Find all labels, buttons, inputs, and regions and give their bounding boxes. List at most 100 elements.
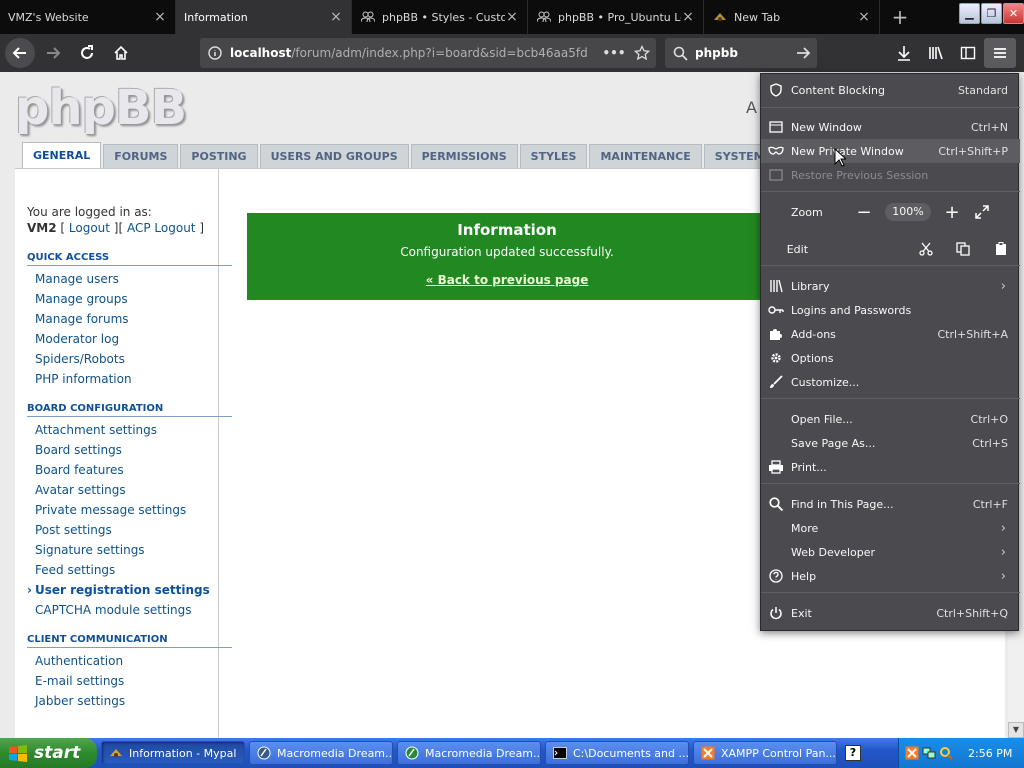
close-icon[interactable]: × (153, 9, 167, 25)
zoom-out-button[interactable]: − (849, 202, 879, 223)
puzzle-icon (761, 327, 791, 341)
sidebar-item-php-information[interactable]: PHP information (27, 369, 232, 389)
paste-button[interactable] (982, 242, 1020, 256)
menu-help[interactable]: Help › (761, 564, 1020, 588)
sidebar-item-jabber-settings[interactable]: Jabber settings (27, 691, 232, 711)
tab-phpbb-ubuntu[interactable]: phpBB • Pro_Ubuntu Lo × (528, 0, 704, 34)
menu-web-developer[interactable]: Web Developer › (761, 540, 1020, 564)
close-icon[interactable]: × (329, 9, 343, 25)
menu-add-ons[interactable]: Add-ons Ctrl+Shift+A (761, 322, 1020, 346)
scroll-down-button[interactable]: ▼ (1008, 722, 1024, 738)
menu-new-window[interactable]: New Window Ctrl+N (761, 115, 1020, 139)
tab-phpbb-styles[interactable]: phpBB • Styles - Custo × (352, 0, 528, 34)
mypal-icon (108, 745, 124, 761)
menu-more[interactable]: More › (761, 516, 1020, 540)
tab-posting[interactable]: POSTING (180, 144, 258, 168)
reload-button[interactable] (71, 37, 103, 69)
network-tray-icon[interactable] (922, 746, 936, 760)
minimize-button[interactable]: ▁ (959, 3, 980, 24)
taskbar-help-button[interactable]: ? (845, 745, 861, 761)
taskbar-item-dreamweaver-2[interactable]: Macromedia Dream... (397, 741, 541, 765)
zoom-in-button[interactable]: + (937, 202, 967, 223)
tab-information[interactable]: Information × (176, 0, 352, 34)
menu-save-page[interactable]: Save Page As... Ctrl+S (761, 431, 1020, 455)
close-icon[interactable]: × (681, 9, 695, 25)
tab-strip: VMZ's Website × Information × phpBB • St… (0, 0, 1024, 34)
sidebar-item-board-features[interactable]: Board features (27, 460, 232, 480)
acp-logout-link[interactable]: ACP Logout (127, 221, 196, 235)
menu-open-file[interactable]: Open File... Ctrl+O (761, 407, 1020, 431)
hamburger-menu-button[interactable] (984, 38, 1016, 68)
start-button[interactable]: start (0, 738, 97, 768)
search-go-icon[interactable] (789, 45, 817, 61)
sidebar-item-moderator-log[interactable]: Moderator log (27, 329, 232, 349)
sidebar-item-captcha-module-settings[interactable]: CAPTCHA module settings (27, 600, 232, 620)
tab-users-and-groups[interactable]: USERS AND GROUPS (259, 144, 409, 168)
cut-button[interactable] (907, 242, 945, 256)
sidebar-item-authentication[interactable]: Authentication (27, 651, 232, 671)
url-text[interactable]: localhost/forum/adm/index.php?i=board&si… (230, 46, 600, 60)
home-button[interactable] (105, 37, 137, 69)
menu-content-blocking[interactable]: Content Blocking Standard (761, 78, 1020, 102)
sidebar-item-private-message-settings[interactable]: Private message settings (27, 500, 232, 520)
taskbar-item-mypal[interactable]: Information - Mypal (101, 741, 245, 765)
page-actions-icon[interactable]: ••• (600, 46, 628, 60)
sidebar-item-post-settings[interactable]: Post settings (27, 520, 232, 540)
menu-customize[interactable]: Customize... (761, 370, 1020, 394)
home-icon (114, 45, 128, 60)
menu-exit[interactable]: Exit Ctrl+Shift+Q (761, 601, 1020, 625)
taskbar-item-dreamweaver-1[interactable]: Macromedia Dream... (249, 741, 393, 765)
taskbar-item-command-prompt[interactable]: C:\Documents and ... (545, 741, 689, 765)
close-window-button[interactable]: ✕ (1003, 3, 1024, 24)
sidebar-item-spiders-robots[interactable]: Spiders/Robots (27, 349, 232, 369)
url-bar[interactable]: localhost/forum/adm/index.php?i=board&si… (200, 38, 656, 68)
search-bar[interactable]: phpbb (665, 38, 817, 68)
back-button[interactable] (5, 38, 35, 68)
new-tab-button[interactable]: + (880, 0, 920, 34)
sidebar-item-user-registration-settings[interactable]: User registration settings (27, 580, 232, 600)
info-icon[interactable] (200, 46, 230, 60)
xampp-tray-icon[interactable] (905, 746, 919, 760)
sidebar-item-email-settings[interactable]: E-mail settings (27, 671, 232, 691)
sidebar-item-manage-users[interactable]: Manage users (27, 269, 232, 289)
menu-new-private-window[interactable]: New Private Window Ctrl+Shift+P (761, 139, 1020, 163)
menu-print[interactable]: Print... (761, 455, 1020, 479)
menu-logins-passwords[interactable]: Logins and Passwords (761, 298, 1020, 322)
zoom-reset-button[interactable]: 100% (885, 203, 931, 221)
copy-button[interactable] (944, 242, 982, 256)
tab-permissions[interactable]: PERMISSIONS (410, 144, 518, 168)
menu-options[interactable]: Options (761, 346, 1020, 370)
sidebar-item-manage-groups[interactable]: Manage groups (27, 289, 232, 309)
tab-maintenance[interactable]: MAINTENANCE (589, 144, 702, 168)
library-button[interactable] (920, 38, 952, 68)
tab-general[interactable]: GENERAL (22, 142, 102, 168)
downloads-button[interactable] (888, 38, 920, 68)
sidebar-item-avatar-settings[interactable]: Avatar settings (27, 480, 232, 500)
back-to-previous-link[interactable]: « Back to previous page (247, 273, 767, 287)
sidebar-button[interactable] (952, 38, 984, 68)
taskbar-item-xampp[interactable]: XAMPP Control Pan... (693, 741, 837, 765)
sidebar-item-attachment-settings[interactable]: Attachment settings (27, 420, 232, 440)
tab-styles[interactable]: STYLES (519, 144, 588, 168)
menu-restore-session[interactable]: Restore Previous Session (761, 163, 1020, 187)
clipboard-icon (996, 242, 1007, 255)
close-icon[interactable]: × (505, 9, 519, 25)
sidebar-item-feed-settings[interactable]: Feed settings (27, 560, 232, 580)
sidebar-item-signature-settings[interactable]: Signature settings (27, 540, 232, 560)
menu-find-in-page[interactable]: Find in This Page... Ctrl+F (761, 492, 1020, 516)
bookmark-star-icon[interactable] (628, 45, 656, 61)
tab-new-tab[interactable]: New Tab × (704, 0, 880, 34)
tab-vmz-website[interactable]: VMZ's Website × (0, 0, 176, 34)
close-icon[interactable]: × (857, 9, 871, 25)
maximize-button[interactable]: ❐ (981, 3, 1002, 24)
search-tray-icon[interactable] (939, 746, 953, 760)
sidebar-item-manage-forums[interactable]: Manage forums (27, 309, 232, 329)
logout-link[interactable]: Logout (69, 221, 110, 235)
tab-forums[interactable]: FORUMS (103, 144, 179, 168)
fullscreen-button[interactable] (967, 205, 997, 219)
menu-library[interactable]: Library › (761, 274, 1020, 298)
search-input[interactable]: phpbb (695, 46, 789, 60)
forward-button[interactable] (37, 37, 69, 69)
sidebar-item-board-settings[interactable]: Board settings (27, 440, 232, 460)
dreamweaver-green-icon (404, 745, 420, 761)
